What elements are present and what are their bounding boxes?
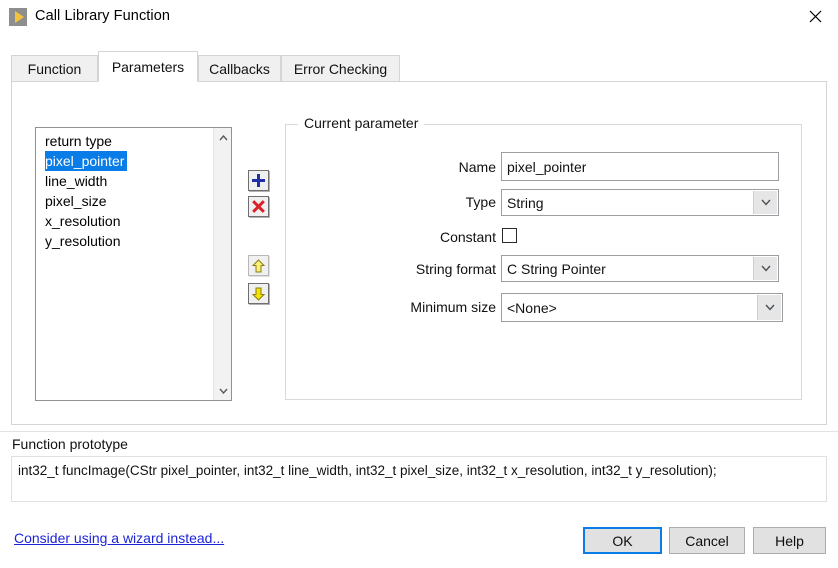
function-prototype-text: int32_t funcImage(CStr pixel_pointer, in… bbox=[18, 463, 717, 478]
ok-button-label: OK bbox=[612, 532, 633, 549]
chevron-down-icon[interactable] bbox=[753, 191, 777, 214]
current-parameter-title: Current parameter bbox=[298, 115, 425, 131]
delete-x-icon bbox=[252, 200, 265, 213]
list-item-label: x_resolution bbox=[45, 213, 121, 229]
help-button[interactable]: Help bbox=[753, 527, 826, 554]
list-item-label: pixel_size bbox=[45, 193, 107, 209]
list-item[interactable]: x_resolution bbox=[36, 211, 212, 231]
list-item[interactable]: y_resolution bbox=[36, 231, 212, 251]
plus-icon bbox=[252, 174, 265, 187]
scroll-up-icon[interactable] bbox=[214, 129, 232, 146]
tab-parameters[interactable]: Parameters bbox=[98, 51, 198, 82]
chevron-down-icon[interactable] bbox=[757, 295, 781, 320]
title-bar: Call Library Function bbox=[0, 0, 838, 34]
list-item-label-selected: pixel_pointer bbox=[45, 151, 128, 171]
string-format-dropdown[interactable]: C String Pointer bbox=[501, 255, 779, 282]
tab-function[interactable]: Function bbox=[11, 55, 98, 81]
list-item[interactable]: return type bbox=[36, 131, 212, 151]
parameter-listbox[interactable]: return type pixel_pointer line_width pix… bbox=[35, 127, 232, 401]
tab-callbacks[interactable]: Callbacks bbox=[198, 55, 281, 81]
chevron-down-icon[interactable] bbox=[753, 257, 777, 280]
tab-strip: Function Parameters Callbacks Error Chec… bbox=[11, 51, 827, 82]
tab-error-checking-label: Error Checking bbox=[293, 60, 388, 77]
constant-label: Constant bbox=[439, 229, 496, 245]
arrow-down-icon bbox=[252, 287, 265, 301]
function-prototype-label: Function prototype bbox=[12, 436, 128, 452]
cancel-button-label: Cancel bbox=[685, 532, 729, 549]
tab-callbacks-label: Callbacks bbox=[209, 60, 270, 77]
listbox-scrollbar[interactable] bbox=[213, 128, 231, 400]
close-icon[interactable] bbox=[792, 0, 838, 32]
delete-parameter-button[interactable] bbox=[248, 196, 269, 217]
name-label: Name bbox=[458, 159, 496, 175]
list-item-label: return type bbox=[45, 133, 112, 149]
window-title: Call Library Function bbox=[35, 8, 171, 24]
prototype-divider bbox=[0, 431, 838, 432]
move-parameter-down-button[interactable] bbox=[248, 283, 269, 304]
cancel-button[interactable]: Cancel bbox=[669, 527, 745, 554]
tab-parameters-label: Parameters bbox=[111, 58, 185, 75]
add-parameter-button[interactable] bbox=[248, 170, 269, 191]
string-format-dropdown-value: C String Pointer bbox=[507, 260, 606, 277]
list-item[interactable]: pixel_size bbox=[36, 191, 212, 211]
type-dropdown[interactable]: String bbox=[501, 189, 779, 216]
string-format-label: String format bbox=[415, 261, 496, 277]
move-parameter-up-button[interactable] bbox=[248, 255, 269, 276]
list-item[interactable]: line_width bbox=[36, 171, 212, 191]
constant-checkbox[interactable] bbox=[502, 228, 517, 243]
tab-function-label: Function bbox=[27, 60, 82, 77]
list-item-label: y_resolution bbox=[45, 233, 121, 249]
wizard-link[interactable]: Consider using a wizard instead... bbox=[14, 530, 224, 546]
tab-error-checking[interactable]: Error Checking bbox=[281, 55, 400, 81]
arrow-up-icon bbox=[252, 258, 265, 272]
minimum-size-dropdown[interactable]: <None> bbox=[501, 293, 783, 322]
help-button-label: Help bbox=[775, 532, 804, 549]
name-input[interactable]: pixel_pointer bbox=[501, 152, 779, 181]
scroll-down-icon[interactable] bbox=[214, 382, 232, 399]
parameter-list-items: return type pixel_pointer line_width pix… bbox=[36, 131, 212, 251]
labview-run-arrow-icon bbox=[9, 8, 27, 26]
minimum-size-dropdown-value: <None> bbox=[507, 299, 557, 316]
minimum-size-label: Minimum size bbox=[410, 299, 496, 315]
function-prototype-box: int32_t funcImage(CStr pixel_pointer, in… bbox=[11, 456, 827, 502]
type-label: Type bbox=[465, 194, 496, 210]
list-item-label: line_width bbox=[45, 173, 108, 189]
list-item[interactable]: pixel_pointer bbox=[36, 151, 212, 171]
type-dropdown-value: String bbox=[507, 194, 544, 211]
ok-button[interactable]: OK bbox=[583, 527, 662, 554]
name-input-value: pixel_pointer bbox=[507, 158, 587, 175]
